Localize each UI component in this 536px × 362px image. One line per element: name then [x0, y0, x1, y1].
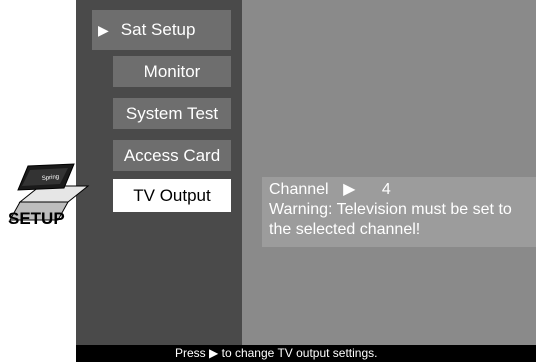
warning-text: Warning: Television must be set to the s… [269, 201, 512, 238]
content-panel [242, 0, 536, 345]
menu-item-tv-output[interactable]: TV Output [113, 179, 231, 212]
channel-row: Channel ▶ 4 [269, 180, 536, 200]
menu-item-label: Monitor [143, 61, 201, 81]
menu-panel [76, 0, 242, 345]
menu-item-monitor[interactable]: Monitor [113, 56, 231, 87]
setup-logo-text: SETUP [8, 209, 65, 228]
channel-value[interactable]: 4 [382, 180, 391, 200]
status-prefix: Press [175, 346, 206, 360]
menu-item-system-test[interactable]: System Test [113, 98, 231, 129]
play-arrow-icon: ▶ [98, 21, 109, 38]
play-arrow-icon: ▶ [209, 346, 219, 360]
menu-item-sat-setup[interactable]: ▶ Sat Setup [92, 10, 231, 50]
menu-item-access-card[interactable]: Access Card [113, 140, 231, 171]
menu-item-label: Sat Setup [120, 20, 196, 39]
channel-label: Channel [269, 181, 329, 198]
channel-arrow-icon[interactable]: ▶ [343, 180, 355, 200]
status-bar: Press ▶ to change TV output settings. [76, 345, 536, 362]
tv-output-info: Channel ▶ 4 Warning: Television must be … [262, 177, 536, 247]
menu-item-label: System Test [125, 103, 219, 123]
menu-item-label: TV Output [133, 185, 211, 205]
menu-item-label: Access Card [123, 145, 221, 165]
status-suffix: to change TV output settings. [221, 346, 378, 360]
setup-box-icon: Spring SETUP [8, 163, 90, 228]
